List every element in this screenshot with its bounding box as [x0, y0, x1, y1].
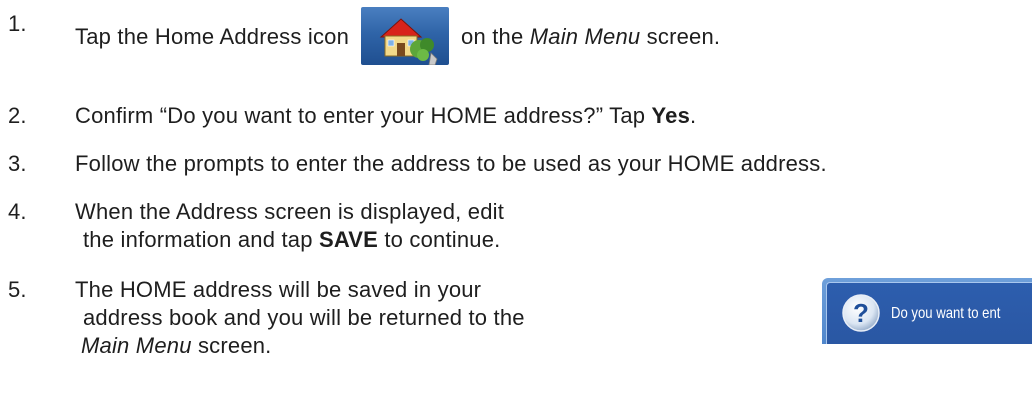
step-text: Confirm “Do you want to enter your HOME … — [75, 103, 697, 128]
question-icon: ? — [842, 294, 880, 332]
step-text: When the Address screen is displayed, ed… — [75, 199, 505, 224]
step-number: 2. — [8, 103, 27, 128]
step-number: 4. — [8, 199, 27, 224]
dialog-message: Do you want to ent — [891, 305, 1001, 322]
confirm-dialog-screenshot: ? Do you want to ent — [822, 278, 1032, 344]
step-text: The HOME address will be saved in your — [75, 277, 482, 302]
step-text: the information and tap SAVE to continue… — [83, 227, 501, 252]
svg-text:?: ? — [853, 298, 869, 328]
step-text: Follow the prompts to enter the address … — [75, 151, 827, 176]
main-menu-ref: Main Menu — [81, 333, 192, 358]
home-address-icon — [361, 7, 450, 65]
yes-label: Yes — [651, 103, 691, 128]
save-label: SAVE — [318, 227, 379, 252]
step-text: address book and you will be returned to… — [83, 305, 525, 330]
step-number: 5. — [8, 277, 27, 302]
step-number: 1. — [8, 11, 27, 36]
step-text: Main Menu screen. — [81, 333, 272, 358]
dialog-panel: ? Do you want to ent — [826, 282, 1032, 344]
step-text: Tap the Home Address icon on the Main Me… — [75, 7, 720, 67]
step-1-text: Tap the Home Address icon — [75, 23, 350, 49]
main-menu-ref: Main Menu — [529, 23, 641, 49]
step-number: 3. — [8, 151, 27, 176]
